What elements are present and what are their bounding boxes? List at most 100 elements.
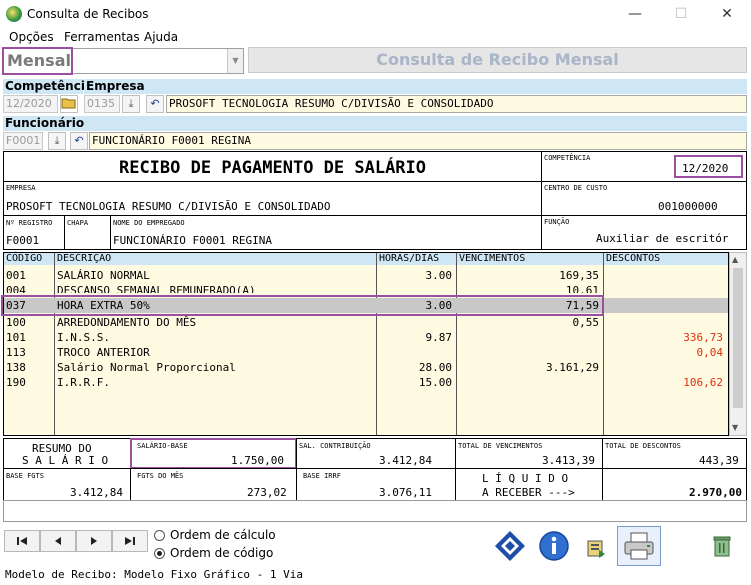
fgts-mes-box: FGTS DO MÊS 273,02 xyxy=(130,468,297,501)
salario-base-value: 1.750,00 xyxy=(231,454,284,467)
funcionario-code-field[interactable]: F0001 xyxy=(3,132,43,150)
salario-base-label: SALÁRIO-BASE xyxy=(137,442,188,450)
download-icon[interactable]: ⤓ xyxy=(122,95,140,113)
page-banner: Consulta de Recibo Mensal xyxy=(248,47,747,73)
table-row[interactable]: 138 Salário Normal Proporcional 28.00 3.… xyxy=(4,360,728,375)
row-hours xyxy=(379,315,452,330)
row-hours: 9.87 xyxy=(425,331,453,344)
resumo-line2: S A L Á R I O xyxy=(22,454,109,467)
radio-ordem-codigo[interactable] xyxy=(154,548,165,559)
scroll-thumb[interactable] xyxy=(733,268,743,408)
row-earnings xyxy=(459,330,599,345)
row-earnings xyxy=(459,345,599,360)
items-table: CÓDIGO DESCRIÇÃO HORAS/DIAS VENCIMENTOS … xyxy=(1,252,729,436)
radio-ordem-codigo-label: Ordem de código xyxy=(170,546,274,560)
liquido-label-box: L Í Q U I D O A RECEBER ---> xyxy=(455,468,603,501)
row-desc: DESCANSO SEMANAL REMUNERADO(A) xyxy=(57,284,256,293)
empresa-code-field[interactable]: 0135 xyxy=(84,95,120,113)
scroll-down-icon[interactable]: ▼ xyxy=(732,423,738,432)
table-row[interactable]: 190 I.R.R.F. 15.00 106,62 xyxy=(4,375,728,390)
row-earnings: 169,35 xyxy=(559,269,599,282)
logo-button[interactable] xyxy=(490,528,530,564)
period-combo[interactable]: Mensal ▼ xyxy=(2,47,244,75)
empresa-box-label: EMPRESA xyxy=(6,184,36,192)
row-code: 113 xyxy=(6,346,26,359)
next-record-button[interactable] xyxy=(76,530,112,552)
row-hours xyxy=(379,345,452,360)
download-icon[interactable]: ⤓ xyxy=(48,132,66,150)
chevron-down-icon[interactable]: ▼ xyxy=(227,49,243,73)
row-code: 004 xyxy=(6,284,26,293)
funcao-value: Auxiliar de escritór xyxy=(596,232,729,245)
funcionario-label: Funcionário xyxy=(3,116,747,131)
header-horas: HORAS/DIAS xyxy=(379,253,440,264)
menu-opcoes[interactable]: Opções xyxy=(9,30,54,44)
info-icon[interactable] xyxy=(534,528,574,564)
row-code: 001 xyxy=(6,269,26,282)
row-earnings: 3.161,29 xyxy=(546,361,599,374)
header-descontos: DESCONTOS xyxy=(606,253,661,264)
centro-label: CENTRO DE CUSTO xyxy=(544,184,608,192)
total-desc-label: TOTAL DE DESCONTOS xyxy=(605,442,681,450)
row-deductions xyxy=(606,360,723,375)
row-hours xyxy=(379,283,452,293)
table-row[interactable]: 101 I.N.S.S. 9.87 336,73 xyxy=(4,330,728,345)
row-code: 037 xyxy=(6,299,26,312)
header-codigo: CÓDIGO xyxy=(6,253,43,264)
previous-record-button[interactable] xyxy=(40,530,76,552)
chapa-label: CHAPA xyxy=(67,219,89,227)
undo-icon[interactable]: ↶ xyxy=(146,95,164,113)
table-row[interactable]: 113 TROCO ANTERIOR 0,04 xyxy=(4,345,728,360)
table-row[interactable]: 004 DESCANSO SEMANAL REMUNERADO(A) 10,61 xyxy=(4,283,728,293)
menu-ajuda[interactable]: Ajuda xyxy=(144,30,178,44)
table-row[interactable]: 100 ARREDONDAMENTO DO MÊS 0,55 xyxy=(4,315,728,330)
printer-icon[interactable] xyxy=(617,526,661,566)
row-code: 100 xyxy=(6,316,26,329)
sal-contrib-value: 3.412,84 xyxy=(379,454,432,467)
funcao-label: FUNÇÃO xyxy=(544,218,570,226)
nome-box: NOME DO EMPREGADO FUNCIONÁRIO F0001 REGI… xyxy=(110,215,542,250)
first-record-button[interactable] xyxy=(4,530,40,552)
last-record-button[interactable] xyxy=(112,530,148,552)
empresa-name-field: PROSOFT TECNOLOGIA RESUMO C/DIVISÃO E CO… xyxy=(166,95,747,113)
competencia-field[interactable]: 12/2020 xyxy=(3,95,58,113)
table-row[interactable]: 001 SALÁRIO NORMAL 3.00 169,35 xyxy=(4,268,728,283)
export-icon[interactable] xyxy=(576,530,616,566)
empresa-label: Empresa xyxy=(84,79,747,94)
competencia-box-value: 12/2020 xyxy=(682,162,729,175)
menu-bar: Opções Ferramentas Ajuda xyxy=(0,28,751,46)
row-earnings xyxy=(459,375,599,390)
base-fgts-box: BASE FGTS 3.412,84 xyxy=(3,468,131,501)
radio-ordem-calculo[interactable] xyxy=(154,530,165,541)
row-deductions: 336,73 xyxy=(683,331,723,344)
table-scrollbar[interactable]: ▲ ▼ xyxy=(729,252,747,436)
maximize-button[interactable]: ☐ xyxy=(658,0,704,28)
row-code: 190 xyxy=(6,376,26,389)
row-desc: HORA EXTRA 50% xyxy=(57,299,150,312)
folder-icon[interactable] xyxy=(60,95,78,113)
scroll-up-icon[interactable]: ▲ xyxy=(732,255,738,264)
combo-value: Mensal xyxy=(7,51,71,70)
total-venc-box: TOTAL DE VENCIMENTOS 3.413,39 xyxy=(455,438,603,469)
base-fgts-value: 3.412,84 xyxy=(70,486,123,499)
funcionario-name-field: FUNCIONÁRIO F0001 REGINA xyxy=(89,132,747,150)
trash-icon[interactable] xyxy=(702,528,742,564)
row-hours: 28.00 xyxy=(418,361,452,374)
row-hours: 3.00 xyxy=(425,269,453,282)
close-button[interactable]: ✕ xyxy=(704,0,750,28)
registro-box: Nº REGISTRO F0001 xyxy=(3,215,65,250)
minimize-button[interactable]: — xyxy=(612,0,658,28)
competencia-box-label: COMPETÊNCIA xyxy=(544,154,591,162)
row-deductions xyxy=(606,283,723,293)
radio-ordem-calculo-label: Ordem de cálculo xyxy=(170,528,276,542)
row-earnings: 10,61 xyxy=(565,284,599,293)
centro-box: CENTRO DE CUSTO 001000000 xyxy=(541,181,747,216)
table-row[interactable]: 037 HORA EXTRA 50% 3.00 71,59 xyxy=(4,298,728,313)
menu-ferramentas[interactable]: Ferramentas xyxy=(64,30,140,44)
undo-icon[interactable]: ↶ xyxy=(70,132,88,150)
receipt-title-box: RECIBO DE PAGAMENTO DE SALÁRIO xyxy=(3,151,542,182)
sal-contrib-box: SAL. CONTRIBUIÇÃO 3.412,84 xyxy=(296,438,456,469)
header-descricao: DESCRIÇÃO xyxy=(57,253,112,264)
footer-note-strip xyxy=(3,500,747,522)
row-desc: Salário Normal Proporcional xyxy=(57,361,236,374)
